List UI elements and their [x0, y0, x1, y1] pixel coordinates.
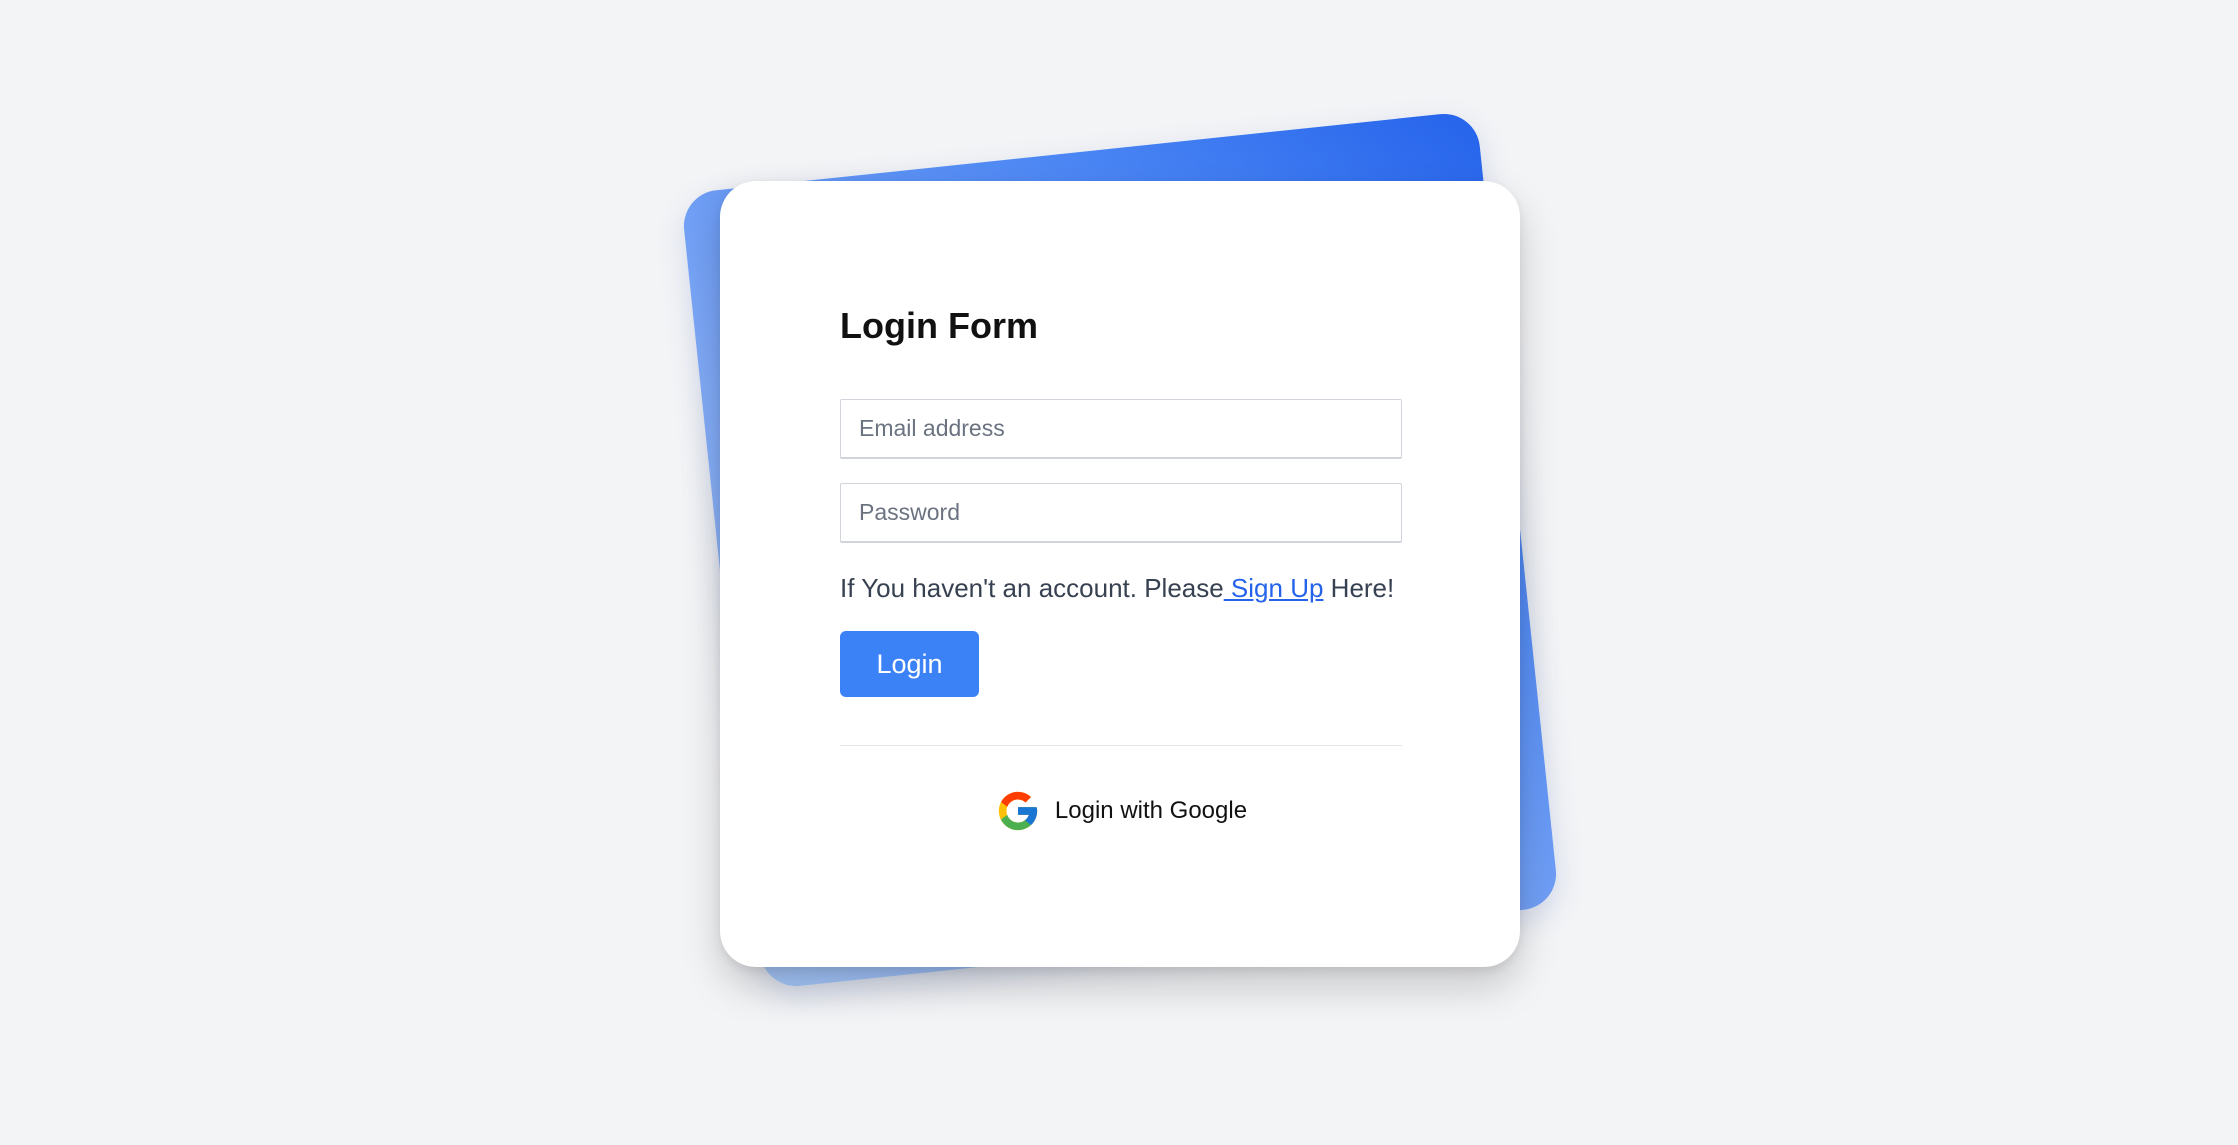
sign-up-link[interactable]: Sign Up [1224, 573, 1324, 603]
password-field[interactable] [840, 483, 1402, 543]
signup-prompt-prefix: If You haven't an account. Please [840, 573, 1224, 603]
divider [840, 745, 1402, 746]
signup-prompt-suffix: Here! [1323, 573, 1395, 603]
form-title: Login Form [840, 305, 1038, 346]
google-login-button[interactable]: Login with Google [840, 788, 1402, 834]
login-scene: Login Form If You haven't an account. Pl… [0, 0, 2238, 1145]
google-icon [995, 788, 1041, 834]
signup-prompt: If You haven't an account. Please Sign U… [840, 571, 1402, 605]
login-button[interactable]: Login [840, 631, 979, 697]
login-card: Login Form If You haven't an account. Pl… [720, 181, 1520, 967]
email-field[interactable] [840, 399, 1402, 459]
google-login-label: Login with Google [1054, 797, 1248, 824]
login-form: Login Form If You haven't an account. Pl… [840, 301, 1402, 834]
